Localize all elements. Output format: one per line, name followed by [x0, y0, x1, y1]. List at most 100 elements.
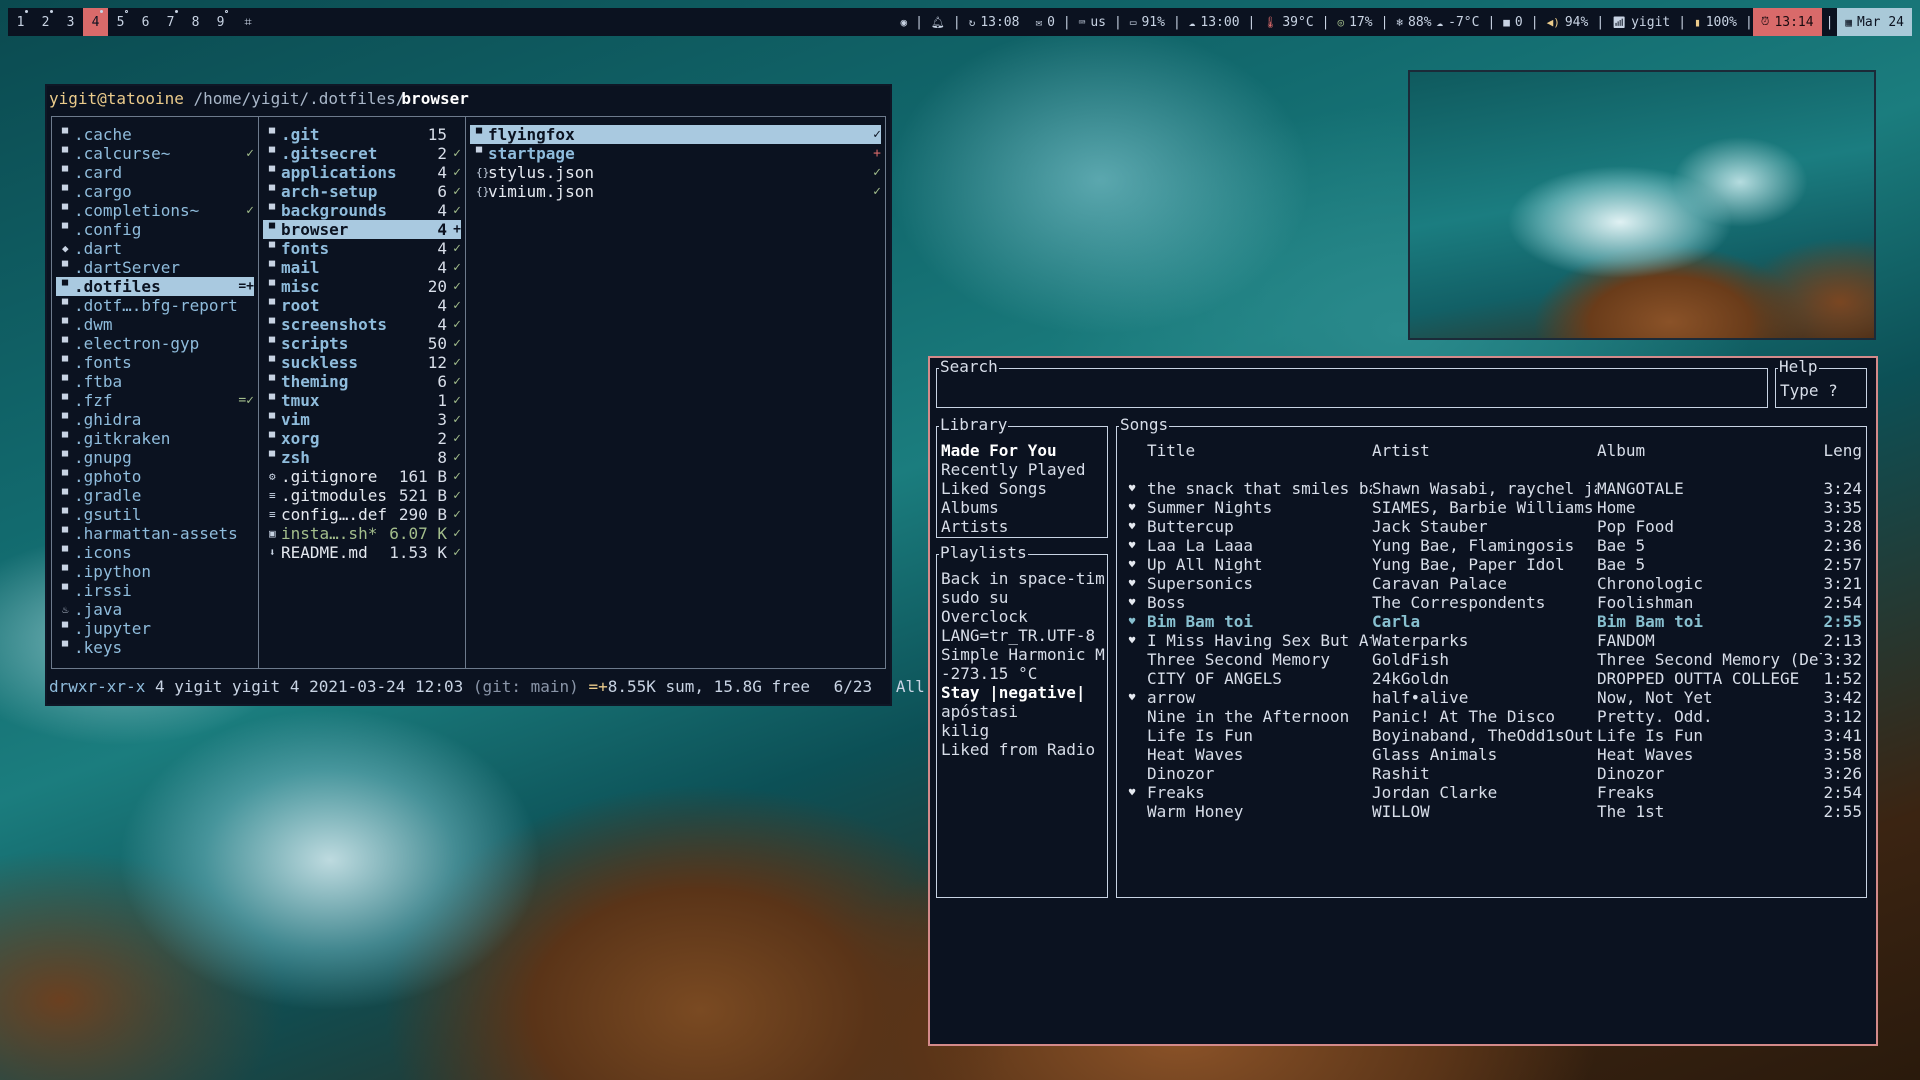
weather-module[interactable]: ❄ 88% ☁ -7°C	[1388, 8, 1487, 36]
file-manager-window[interactable]: yigit@tatooine /home/yigit/.dotfiles/bro…	[45, 84, 925, 706]
directory-entry[interactable]: ▀ browser 4 +	[263, 220, 461, 239]
directory-entry[interactable]: ▀ .dartServer	[56, 258, 254, 277]
file-entry[interactable]: {} stylus.json ✓	[470, 163, 881, 182]
directory-entry[interactable]: ▀ mail 4 ✓	[263, 258, 461, 277]
album-column-header[interactable]: Album	[1597, 441, 1822, 460]
brightness-module[interactable]: ▮ 100%	[1686, 8, 1745, 36]
song-row[interactable]: CITY OF ANGELS 24kGoldn DROPPED OUTTA COLL…	[1117, 669, 1866, 688]
song-row[interactable]: Three Second Memory GoldFish Three Second …	[1117, 650, 1866, 669]
directory-entry[interactable]: ▀ .gsutil	[56, 505, 254, 524]
directory-entry[interactable]: ▀ .card	[56, 163, 254, 182]
directory-entry[interactable]: ▀ .harmattan-assets	[56, 524, 254, 543]
playlist-item[interactable]: sudo su	[941, 588, 1105, 607]
directory-entry[interactable]: ▀ .dotfiles =+	[56, 277, 254, 296]
directory-entry[interactable]: ▀ suckless 12 ✓	[263, 353, 461, 372]
directory-entry[interactable]: ▀ .ipython	[56, 562, 254, 581]
battery-module[interactable]: ▭ 91%	[1122, 8, 1173, 36]
library-item[interactable]: Artists	[941, 517, 1105, 536]
song-row[interactable]: Heat Waves Glass Animals Heat Waves 3:58	[1117, 745, 1866, 764]
directory-entry[interactable]: ▀ arch-setup 6 ✓	[263, 182, 461, 201]
directory-entry[interactable]: ▀ .dwm	[56, 315, 254, 334]
directory-entry[interactable]: ▀ xorg 2 ✓	[263, 429, 461, 448]
music-player-window[interactable]: Search Help Type ? Library Made For You R…	[928, 356, 1878, 1046]
directory-entry[interactable]: ♨ .java	[56, 600, 254, 619]
directory-entry[interactable]: ▀ .icons	[56, 543, 254, 562]
directory-entry[interactable]: ▀ backgrounds 4 ✓	[263, 201, 461, 220]
song-row[interactable]: Life Is Fun Boyinaband, TheOdd1sOut Life I…	[1117, 726, 1866, 745]
playlist-item[interactable]: LANG=tr_TR.UTF-8	[941, 626, 1105, 645]
artist-column-header[interactable]: Artist	[1372, 441, 1597, 460]
directory-entry[interactable]: ▀ root 4 ✓	[263, 296, 461, 315]
notification-module[interactable]: 🔔︎	[923, 8, 953, 36]
song-row[interactable]: ♥ Boss The Correspondents Foolishman 2:54	[1117, 593, 1866, 612]
song-row[interactable]: Nine in the Afternoon Panic! At The Disco…	[1117, 707, 1866, 726]
directory-entry[interactable]: ▀ .dotf….bfg-report	[56, 296, 254, 315]
image-viewer-window[interactable]	[1408, 70, 1876, 340]
directory-entry[interactable]: ▀ tmux 1 ✓	[263, 391, 461, 410]
library-item[interactable]: Albums	[941, 498, 1105, 517]
file-entry[interactable]: ▣ insta….sh* 6.07 K ✓	[263, 524, 461, 543]
directory-entry[interactable]: ▀ fonts 4 ✓	[263, 239, 461, 258]
song-row[interactable]: ♥ the snack that smiles ba Shawn Wasabi, r…	[1117, 479, 1866, 498]
directory-entry[interactable]: ▀ screenshots 4 ✓	[263, 315, 461, 334]
directory-entry[interactable]: ▀ startpage +	[470, 144, 881, 163]
song-row[interactable]: ♥ arrow half•alive Now, Not Yet 3:42	[1117, 688, 1866, 707]
song-row[interactable]: ♥ Bim Bam toi Carla Bim Bam toi 2:55	[1117, 612, 1866, 631]
directory-entry[interactable]: ▀ zsh 8 ✓	[263, 448, 461, 467]
song-row[interactable]: ♥ I Miss Having Sex But At Waterparks FANDO…	[1117, 631, 1866, 650]
directory-entry[interactable]: ▀ .cache	[56, 125, 254, 144]
title-column-header[interactable]: Title	[1147, 441, 1372, 460]
song-row[interactable]: ♥ Laa La Laaa Yung Bae, Flamingosis Bae 5 2:…	[1117, 536, 1866, 555]
directory-entry[interactable]: ▀ .electron-gyp	[56, 334, 254, 353]
playlist-item[interactable]: -273.15 °C	[941, 664, 1105, 683]
workspace-6[interactable]: 6	[133, 8, 158, 36]
directory-entry[interactable]: ▀ .config	[56, 220, 254, 239]
file-entry[interactable]: {} vimium.json ✓	[470, 182, 881, 201]
playlist-item[interactable]: Back in space-time	[941, 569, 1105, 588]
directory-entry[interactable]: ◆ .dart	[56, 239, 254, 258]
directory-entry[interactable]: ▀ .gphoto	[56, 467, 254, 486]
keyboard-module[interactable]: ⌨ us	[1071, 8, 1114, 36]
song-row[interactable]: ♥ Summer Nights SIAMES, Barbie Williams Hom…	[1117, 498, 1866, 517]
directory-entry[interactable]: ▀ .gradle	[56, 486, 254, 505]
directory-entry[interactable]: ▀ .git 15	[263, 125, 461, 144]
workspace-1[interactable]: 1	[8, 8, 33, 36]
directory-entry[interactable]: ▀ .cargo	[56, 182, 254, 201]
song-row[interactable]: ♥ Freaks Jordan Clarke Freaks 2:54	[1117, 783, 1866, 802]
directory-entry[interactable]: ▀ .jupyter	[56, 619, 254, 638]
directory-entry[interactable]: ▀ .gitsecret 2 ✓	[263, 144, 461, 163]
directory-entry[interactable]: ▀ .gnupg	[56, 448, 254, 467]
alarm-module[interactable]: ⏰︎ 13:14	[1752, 8, 1822, 36]
song-row[interactable]: Dinozor Rashit Dinozor 3:26	[1117, 764, 1866, 783]
workspace-3[interactable]: 3	[58, 8, 83, 36]
packages-module[interactable]: ■ 0	[1495, 8, 1530, 36]
tile-layout-icon[interactable]: ⌗	[233, 15, 263, 30]
file-entry[interactable]: ≡ .gitmodules 521 B ✓	[263, 486, 461, 505]
workspace-9[interactable]: 9	[208, 8, 233, 36]
playlist-item[interactable]: Simple Harmonic Mo	[941, 645, 1105, 664]
directory-entry[interactable]: ▀ .fonts	[56, 353, 254, 372]
playlist-item[interactable]: Liked from Radio	[941, 740, 1105, 759]
workspace-7[interactable]: 7	[158, 8, 183, 36]
song-row[interactable]: ♥ Up All Night Yung Bae, Paper Idol Bae 5 2:…	[1117, 555, 1866, 574]
directory-entry[interactable]: ▀ .fzf =✓	[56, 391, 254, 410]
help-box[interactable]: Help Type ?	[1775, 358, 1867, 408]
playlist-item[interactable]: Overclock	[941, 607, 1105, 626]
library-item[interactable]: Recently Played	[941, 460, 1105, 479]
directory-entry[interactable]: ▀ .completions~ ✓	[56, 201, 254, 220]
directory-entry[interactable]: ▀ flyingfox ✓	[470, 125, 881, 144]
workspace-8[interactable]: 8	[183, 8, 208, 36]
workspace-4[interactable]: 4	[83, 8, 108, 36]
song-row[interactable]: Warm Honey WILLOW The 1st 2:55	[1117, 802, 1866, 821]
directory-entry[interactable]: ▀ theming 6 ✓	[263, 372, 461, 391]
directory-entry[interactable]: ▀ .calcurse~ ✓	[56, 144, 254, 163]
directory-entry[interactable]: ▀ .keys	[56, 638, 254, 657]
temperature-module[interactable]: 🌡︎ 39°C	[1255, 8, 1321, 36]
playlist-item[interactable]: Stay |negative|	[941, 683, 1105, 702]
directory-entry[interactable]: ▀ applications 4 ✓	[263, 163, 461, 182]
directory-entry[interactable]: ▀ .ftba	[56, 372, 254, 391]
song-row[interactable]: ♥ Supersonics Caravan Palace Chronologic 3:2…	[1117, 574, 1866, 593]
directory-entry[interactable]: ▀ .irssi	[56, 581, 254, 600]
directory-entry[interactable]: ▀ scripts 50 ✓	[263, 334, 461, 353]
cpu-module[interactable]: ◎ 17%	[1329, 8, 1380, 36]
